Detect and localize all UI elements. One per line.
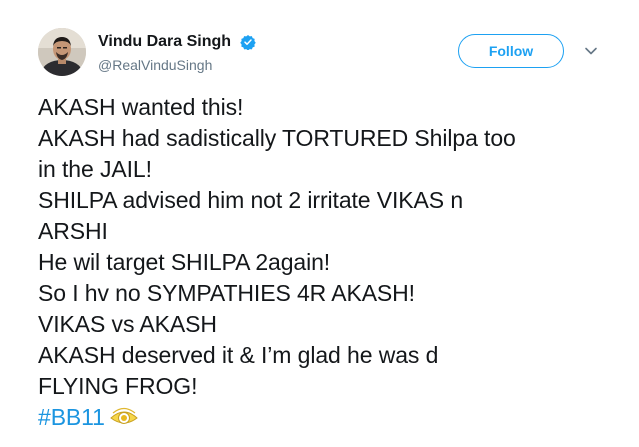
author-info: Vindu Dara Singh @RealVinduSingh [98,32,256,75]
tweet-line: VIKAS vs AKASH [38,311,217,337]
tweet-line: in the JAIL! [38,156,152,182]
user-handle[interactable]: @RealVinduSingh [98,55,256,75]
hashtag-link[interactable]: #BB11 [38,404,105,430]
tweet-line: FLYING FROG! [38,373,198,399]
display-name[interactable]: Vindu Dara Singh [98,32,231,52]
avatar[interactable] [38,28,86,76]
bigg-boss-eye-icon [109,406,139,428]
tweet-text: AKASH wanted this! AKASH had sadisticall… [38,92,628,433]
tweet-line: So I hv no SYMPATHIES 4R AKASH! [38,280,415,306]
tweet-line: AKASH deserved it & I’m glad he was d [38,342,439,368]
tweet-line: AKASH had sadistically TORTURED Shilpa t… [38,125,516,151]
verified-badge-icon [239,34,256,50]
tweet-card: Vindu Dara Singh @RealVinduSingh Follow … [0,0,639,447]
hashtag-line: #BB11 [38,402,628,433]
chevron-down-icon[interactable] [582,42,600,60]
avatar-photo-icon [38,28,86,76]
tweet-line: He wil target SHILPA 2again! [38,249,331,275]
tweet-line: AKASH wanted this! [38,94,244,120]
follow-button[interactable]: Follow [458,34,564,68]
tweet-header: Vindu Dara Singh @RealVinduSingh Follow [38,28,618,80]
tweet-line: SHILPA advised him not 2 irritate VIKAS … [38,187,464,213]
tweet-line: ARSHI [38,218,108,244]
